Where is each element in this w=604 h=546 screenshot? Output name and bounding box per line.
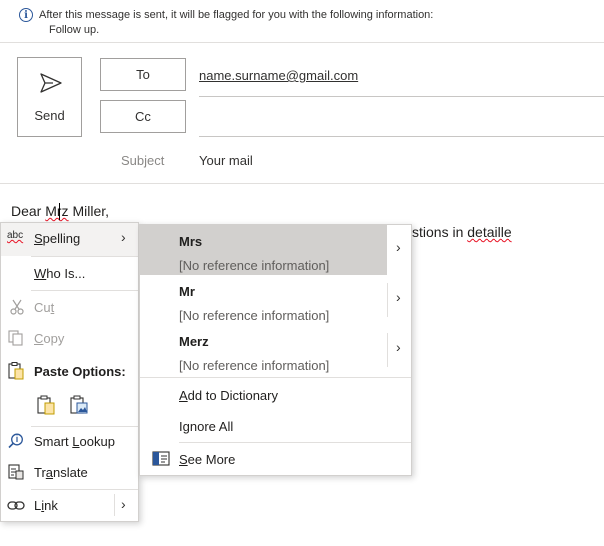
menu-item-label: Cut	[34, 300, 55, 315]
paste-keep-formatting-icon[interactable]	[37, 395, 55, 415]
info-icon: i	[19, 8, 33, 22]
send-label: Send	[34, 108, 65, 123]
menu-item-translate[interactable]: Translate	[1, 458, 138, 488]
link-icon	[7, 501, 25, 510]
misspelled-word[interactable]: Mrz	[45, 203, 68, 219]
translate-icon	[8, 464, 24, 480]
suggestion-word: Mrs	[179, 234, 203, 249]
paste-picture-icon[interactable]	[70, 395, 88, 415]
greeting-text: Dear	[11, 203, 46, 219]
suggestion-item[interactable]: Mrs [No reference information]	[140, 225, 387, 275]
menu-item-add-to-dictionary[interactable]: Add to Dictionary	[140, 381, 411, 411]
suggestion-expand-button[interactable]: ›	[388, 275, 412, 325]
menu-item-label: Smart Lookup	[34, 434, 115, 449]
greeting-text: Miller,	[68, 203, 110, 219]
subject-label: Subject	[121, 153, 165, 168]
suggestion-item[interactable]: Mr [No reference information]	[140, 275, 387, 325]
menu-separator	[31, 290, 138, 291]
menu-item-cut[interactable]: Cut	[1, 293, 138, 323]
scissors-icon	[10, 299, 24, 315]
menu-separator	[140, 377, 411, 378]
smart-lookup-icon	[8, 433, 23, 449]
menu-item-label: Copy	[34, 331, 65, 346]
menu-item-see-more[interactable]: See More	[140, 445, 411, 475]
chevron-right-icon: ›	[121, 496, 126, 512]
chevron-right-icon: ›	[396, 239, 401, 255]
suggestion-expand-button[interactable]: ›	[388, 325, 412, 375]
split-separator	[114, 494, 115, 516]
divider	[0, 42, 604, 43]
suggestion-reference: [No reference information]	[179, 308, 330, 323]
info-flag-text: Follow up.	[49, 24, 100, 36]
chevron-right-icon: ›	[121, 229, 126, 245]
menu-item-label: See More	[179, 452, 236, 467]
to-field-underline	[199, 96, 604, 97]
to-button[interactable]: To	[100, 58, 186, 91]
menu-item-link[interactable]: Link ›	[1, 491, 138, 521]
suggestion-reference: [No reference information]	[179, 358, 330, 373]
see-more-icon	[152, 451, 170, 466]
message-body-line[interactable]: stions in detaille	[412, 224, 512, 240]
suggestion-reference: [No reference information]	[179, 258, 330, 273]
menu-item-label: Who Is...	[34, 266, 86, 281]
menu-item-ignore-all[interactable]: Ignore All	[140, 412, 411, 442]
context-menu: abc Spelling › Who Is... Cut Copy Paste …	[0, 222, 139, 522]
suggestion-expand-button[interactable]: ›	[388, 225, 412, 275]
to-recipient[interactable]: name.surname@gmail.com	[199, 68, 358, 83]
text-cursor	[59, 203, 60, 220]
cc-button[interactable]: Cc	[100, 100, 186, 133]
menu-separator	[31, 489, 138, 490]
chevron-right-icon: ›	[396, 339, 401, 355]
body-text: stions in	[412, 224, 468, 240]
spelling-icon: abc	[7, 230, 24, 241]
cc-field[interactable]	[199, 136, 604, 137]
copy-icon	[8, 330, 23, 346]
menu-item-who-is[interactable]: Who Is...	[1, 259, 138, 289]
suggestion-word: Mr	[179, 284, 195, 299]
info-message: After this message is sent, it will be f…	[39, 9, 434, 21]
menu-separator	[31, 256, 138, 257]
menu-item-label: Ignore All	[179, 419, 234, 434]
divider	[0, 183, 604, 184]
menu-item-label: Spelling	[34, 231, 81, 246]
menu-separator	[179, 442, 411, 443]
suggestion-word: Merz	[179, 334, 209, 349]
paste-options-label: Paste Options:	[34, 364, 126, 379]
send-icon	[40, 73, 62, 93]
menu-item-label: Add to Dictionary	[179, 388, 278, 403]
menu-item-copy[interactable]: Copy	[1, 324, 138, 354]
suggestion-item[interactable]: Merz [No reference information]	[140, 325, 387, 375]
spelling-submenu: Mrs [No reference information] › Mr [No …	[139, 224, 412, 476]
menu-item-label: Link	[34, 498, 58, 513]
clipboard-icon	[8, 362, 24, 380]
menu-item-spelling[interactable]: abc Spelling ›	[1, 223, 138, 256]
message-body-greeting[interactable]: Dear Mrz Miller,	[11, 203, 109, 219]
menu-item-smart-lookup[interactable]: Smart Lookup	[1, 427, 138, 457]
chevron-right-icon: ›	[396, 289, 401, 305]
menu-item-label: Translate	[34, 465, 88, 480]
send-button[interactable]: Send	[17, 57, 82, 137]
subject-input[interactable]: Your mail	[199, 153, 253, 168]
paste-options-heading: Paste Options:	[1, 357, 138, 387]
misspelled-word[interactable]: detaille	[467, 224, 511, 240]
